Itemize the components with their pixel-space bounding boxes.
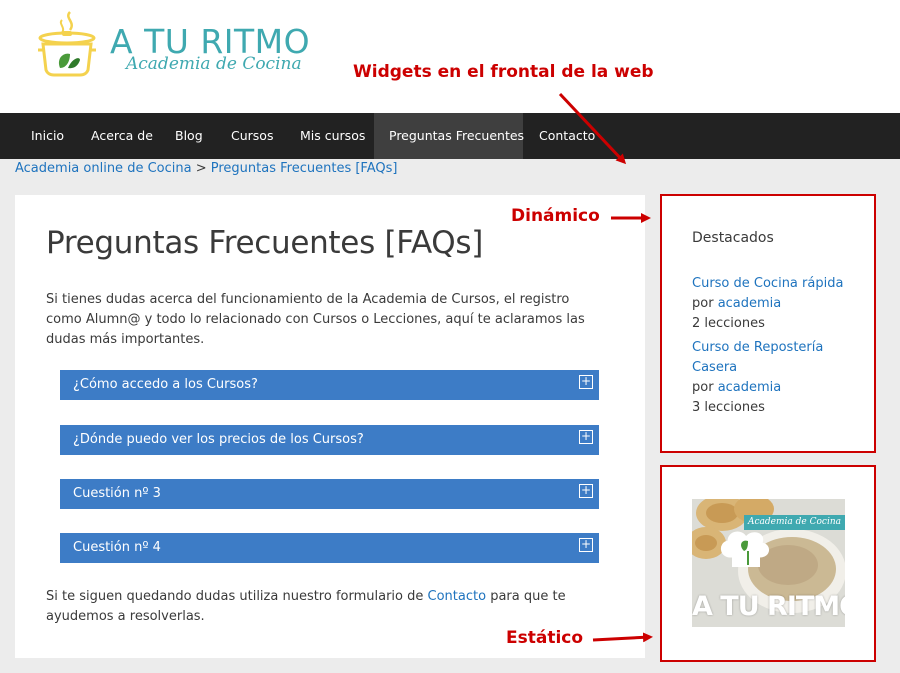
arrow-static <box>592 632 653 643</box>
annotation-arrows <box>558 92 653 643</box>
arrow-widgets <box>558 92 627 165</box>
